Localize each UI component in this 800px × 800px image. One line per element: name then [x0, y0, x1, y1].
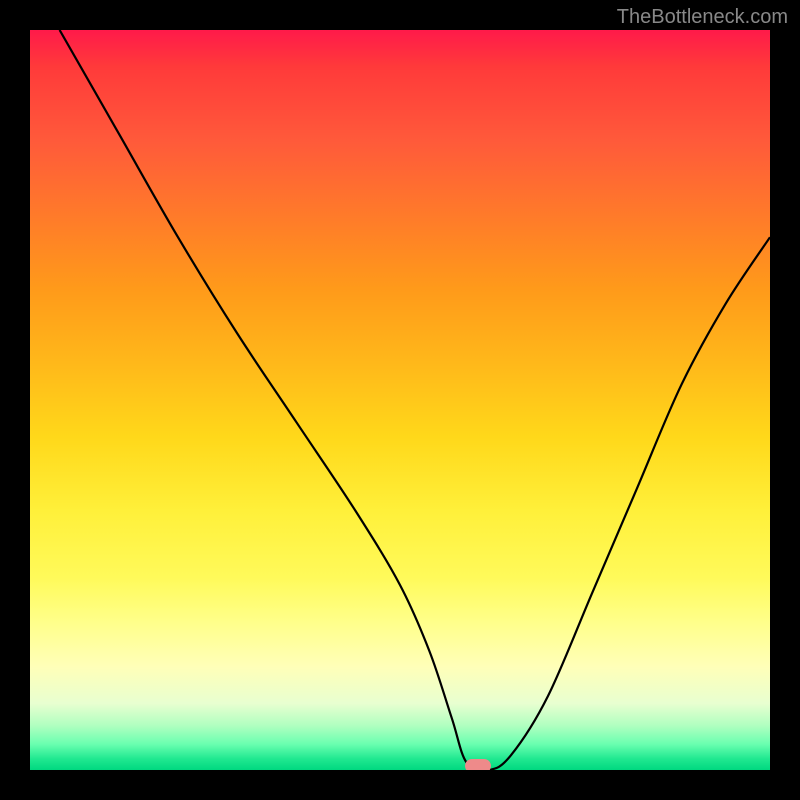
curve-plot	[30, 30, 770, 770]
optimal-marker	[465, 759, 491, 770]
chart-container	[30, 30, 770, 770]
watermark-text: TheBottleneck.com	[617, 6, 788, 29]
